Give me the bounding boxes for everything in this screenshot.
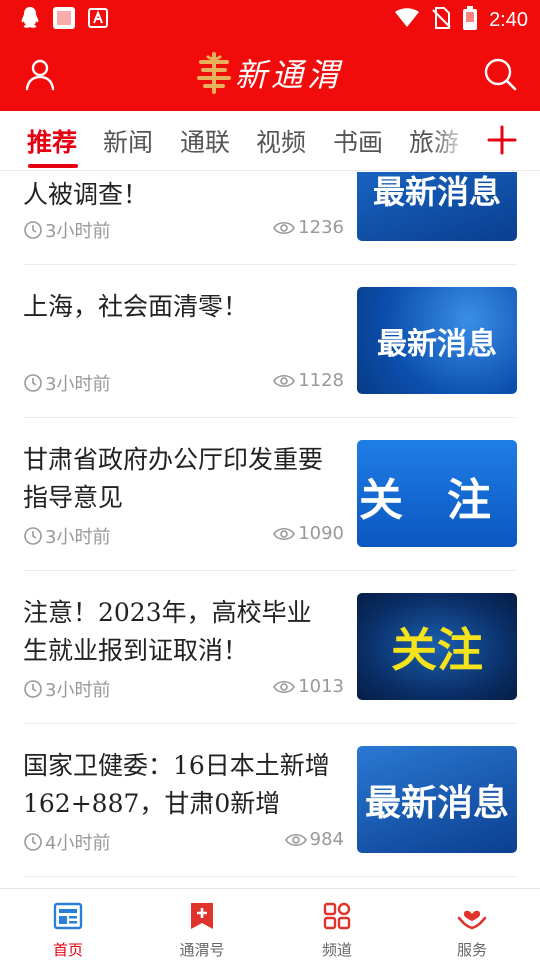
logo-text: 新通渭 [235, 56, 344, 94]
clock-icon [24, 680, 42, 698]
news-item[interactable]: 上海，社会面清零！ 3小时前 1128 最新消息 [23, 265, 517, 418]
user-profile-icon[interactable] [22, 56, 58, 92]
news-thumbnail: 最新消息 [357, 746, 517, 853]
news-views: 1013 [273, 676, 344, 697]
bottom-navigation: 首页 通渭号 频道 服务 [0, 888, 540, 960]
news-thumbnail: 关 注 [357, 440, 517, 547]
news-item[interactable]: 国家卫健委：16日本土新增162+887，甘肃0新增 4小时前 984 最新消息 [23, 724, 517, 877]
clock-icon [24, 833, 42, 851]
eye-icon [273, 680, 296, 693]
news-views: 1128 [273, 370, 344, 391]
tab-calligraphy[interactable]: 书画 [333, 123, 383, 159]
news-time: 3小时前 [23, 217, 110, 243]
news-title: 注意！2023年，高校毕业生就业报到证取消！ [23, 598, 312, 665]
status-bar: 2:40 [0, 0, 540, 36]
news-thumbnail: 最新消息 [357, 172, 517, 241]
nav-channel-label: 频道 [321, 941, 352, 959]
status-time: 2:40 [489, 8, 528, 31]
add-channel-icon[interactable] [483, 121, 521, 159]
battery-icon [463, 6, 478, 34]
tab-tonglian[interactable]: 通联 [180, 123, 230, 159]
news-views: 1090 [273, 523, 344, 544]
clock-icon [24, 374, 42, 392]
nav-tongweihao[interactable]: 通渭号 [157, 901, 247, 960]
news-time: 3小时前 [23, 523, 110, 549]
news-views: 984 [284, 829, 344, 850]
app-header: 新通渭 [0, 36, 540, 111]
news-item[interactable]: 甘肃省政府办公厅印发重要指导意见 3小时前 1090 关 注 [23, 418, 517, 571]
news-time: 3小时前 [23, 676, 110, 702]
news-time: 4小时前 [23, 829, 110, 855]
nav-home-label: 首页 [52, 941, 83, 959]
news-thumbnail: 最新消息 [357, 287, 517, 394]
news-item[interactable]: 人被调查！ 3小时前 1236 最新消息 [23, 172, 517, 265]
eye-icon [273, 527, 296, 540]
news-title: 甘肃省政府办公厅印发重要指导意见 [23, 445, 324, 512]
download-notification-icon [86, 6, 110, 30]
wifi-icon [395, 8, 420, 32]
app-notification-icon [52, 6, 76, 30]
tab-recommend[interactable]: 推荐 [27, 123, 77, 159]
tab-news[interactable]: 新闻 [103, 123, 153, 159]
nav-home[interactable]: 首页 [23, 901, 113, 960]
no-sim-icon [431, 7, 451, 33]
service-heart-hands-icon [457, 910, 487, 930]
news-item[interactable]: 注意！2023年，高校毕业生就业报到证取消！ 3小时前 1013 关注 [23, 571, 517, 724]
tab-video[interactable]: 视频 [256, 123, 306, 159]
nav-service[interactable]: 服务 [427, 901, 517, 960]
clock-icon [24, 527, 42, 545]
bookmark-plus-icon [191, 903, 213, 929]
nav-channel[interactable]: 频道 [292, 901, 382, 960]
app-logo: 新通渭 [195, 50, 343, 96]
nav-service-label: 服务 [456, 941, 487, 959]
eye-icon [273, 374, 296, 387]
news-title: 人被调查！ [23, 180, 149, 209]
news-views: 1236 [273, 217, 344, 238]
eye-icon [284, 833, 307, 846]
news-list: 人被调查！ 3小时前 1236 最新消息 上海，社会面清零！ 3小时前 1128… [0, 172, 540, 888]
qq-notification-icon [18, 6, 42, 30]
news-title: 国家卫健委：16日本土新增162+887，甘肃0新增 [23, 751, 330, 818]
search-icon[interactable] [482, 56, 518, 92]
eye-icon [273, 221, 296, 234]
nav-tongweihao-label: 通渭号 [179, 941, 225, 959]
active-tab-indicator [28, 164, 78, 168]
category-tabs: 推荐 新闻 通联 视频 书画 旅游 [0, 111, 540, 171]
news-thumbnail: 关注 [357, 593, 517, 700]
channel-grid-icon [323, 902, 351, 930]
clock-icon [24, 221, 42, 239]
home-news-icon [53, 902, 83, 930]
news-title: 上海，社会面清零！ [23, 292, 249, 321]
logo-mark-icon [197, 52, 231, 94]
news-time: 3小时前 [23, 370, 110, 396]
